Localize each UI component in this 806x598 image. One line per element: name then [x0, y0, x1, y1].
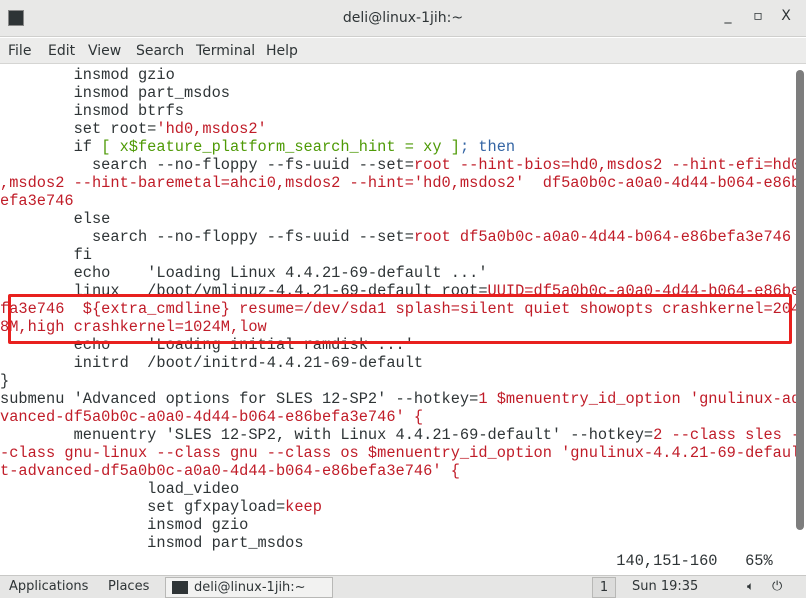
- line-segment: root df5a0b0c-a0a0-4d44-b064-e86befa3e74…: [413, 228, 792, 246]
- line-segment: submenu 'Advanced options for SLES 12-SP…: [0, 390, 479, 408]
- taskbar: Applications Places deli@linux-1jih:~ 1 …: [0, 575, 806, 598]
- clock[interactable]: Sun 19:35: [632, 579, 698, 594]
- line-segment: fi: [0, 246, 92, 264]
- terminal-line: insmod part_msdos: [0, 534, 800, 552]
- terminal-line: }: [0, 372, 800, 390]
- vim-status-line: 140,151-160 65%: [0, 552, 773, 570]
- terminal-line: linux /boot/vmlinuz-4.4.21-69-default ro…: [0, 282, 801, 300]
- terminal-line: efa3e746: [0, 192, 800, 210]
- terminal-line: echo 'Loading initial ramdisk ...': [0, 336, 800, 354]
- terminal-line: set gfxpayload=keep: [0, 498, 800, 516]
- terminal-output: insmod gzio insmod part_msdos insmod btr…: [0, 66, 800, 552]
- line-segment: set root=: [0, 120, 157, 138]
- power-icon[interactable]: ⏻: [772, 579, 782, 594]
- menu-terminal[interactable]: Terminal: [196, 43, 255, 59]
- task-label: deli@linux-1jih:~: [194, 580, 306, 595]
- terminal-line: insmod part_msdos: [0, 84, 800, 102]
- terminal-line: 8M,high crashkernel=1024M,low: [0, 318, 800, 336]
- line-segment: root --hint-bios=hd0,msdos2 --hint-efi=h…: [413, 156, 801, 174]
- line-segment: [ x$feature_platform_search_hint = xy ]: [101, 138, 460, 156]
- terminal-line: menuentry 'SLES 12-SP2, with Linux 4.4.2…: [0, 426, 801, 444]
- line-segment: 'hd0,msdos2': [156, 120, 267, 138]
- terminal-line: set root='hd0,msdos2': [0, 120, 800, 138]
- line-segment: else: [0, 210, 111, 228]
- line-segment: initrd /boot/initrd-4.4.21-69-default: [0, 354, 424, 372]
- line-segment: search --no-floppy --fs-uuid --set=: [0, 156, 414, 174]
- speaker-icon[interactable]: 🔈︎: [747, 579, 754, 594]
- line-segment: insmod gzio: [0, 66, 175, 84]
- taskbar-window-button[interactable]: deli@linux-1jih:~: [165, 577, 333, 598]
- terminal-line: insmod gzio: [0, 66, 800, 84]
- terminal-line: if [ x$feature_platform_search_hint = xy…: [0, 138, 800, 156]
- terminal-line: vanced-df5a0b0c-a0a0-4d44-b064-e86befa3e…: [0, 408, 800, 426]
- line-segment: search --no-floppy --fs-uuid --set=: [0, 228, 414, 246]
- line-segment: insmod part_msdos: [0, 534, 304, 552]
- applications-menu[interactable]: Applications: [9, 579, 88, 594]
- menu-view[interactable]: View: [88, 43, 121, 59]
- terminal-line: t-advanced-df5a0b0c-a0a0-4d44-b064-e86be…: [0, 462, 800, 480]
- terminal-line: submenu 'Advanced options for SLES 12-SP…: [0, 390, 800, 408]
- close-button[interactable]: X: [776, 8, 796, 24]
- line-segment: insmod btrfs: [0, 102, 184, 120]
- line-segment: echo 'Loading Linux 4.4.21-69-default ..…: [0, 264, 488, 282]
- menu-search[interactable]: Search: [136, 43, 184, 59]
- line-segment: if: [0, 138, 102, 156]
- line-segment: echo 'Loading initial ramdisk ...': [0, 336, 414, 354]
- menu-edit[interactable]: Edit: [48, 43, 75, 59]
- minimize-button[interactable]: _: [718, 8, 738, 24]
- terminal-line: ,msdos2 --hint-baremetal=ahci0,msdos2 --…: [0, 174, 800, 192]
- scrollbar[interactable]: [796, 70, 804, 530]
- line-segment: 1 $menuentry_id_option 'gnulinux-ad: [478, 390, 801, 408]
- menu-help[interactable]: Help: [266, 43, 298, 59]
- line-segment: }: [0, 372, 10, 390]
- line-segment: efa3e746: [0, 192, 74, 210]
- line-segment: -class gnu-linux --class gnu --class os …: [0, 444, 801, 462]
- terminal-line: else: [0, 210, 800, 228]
- terminal-area[interactable]: insmod gzio insmod part_msdos insmod btr…: [0, 64, 806, 575]
- line-segment: vanced-df5a0b0c-a0a0-4d44-b064-e86befa3e…: [0, 408, 424, 426]
- terminal-line: search --no-floppy --fs-uuid --set=root …: [0, 156, 800, 174]
- line-segment: set gfxpayload=: [0, 498, 286, 516]
- line-segment: UUID=df5a0b0c-a0a0-4d44-b064-e86be: [487, 282, 801, 300]
- line-segment: t-advanced-df5a0b0c-a0a0-4d44-b064-e86be…: [0, 462, 460, 480]
- terminal-line: -class gnu-linux --class gnu --class os …: [0, 444, 800, 462]
- terminal-line: insmod gzio: [0, 516, 800, 534]
- terminal-line: fa3e746 ${extra_cmdline} resume=/dev/sda…: [0, 300, 800, 318]
- maximize-button[interactable]: ▫: [748, 8, 768, 24]
- terminal-line: insmod btrfs: [0, 102, 800, 120]
- terminal-line: fi: [0, 246, 800, 264]
- terminal-line: echo 'Loading Linux 4.4.21-69-default ..…: [0, 264, 800, 282]
- line-segment: ; then: [459, 138, 516, 156]
- terminal-line: search --no-floppy --fs-uuid --set=root …: [0, 228, 800, 246]
- title-bar: deli@linux-1jih:~ _ ▫ X: [0, 0, 806, 37]
- line-segment: fa3e746 ${extra_cmdline} resume=/dev/sda…: [0, 300, 801, 318]
- places-menu[interactable]: Places: [108, 579, 149, 594]
- workspace-switcher[interactable]: 1: [592, 577, 616, 598]
- menu-bar: File Edit View Search Terminal Help: [0, 38, 806, 64]
- terminal-line: initrd /boot/initrd-4.4.21-69-default: [0, 354, 800, 372]
- terminal-icon: [172, 581, 188, 594]
- line-segment: load_video: [0, 480, 240, 498]
- line-segment: insmod part_msdos: [0, 84, 230, 102]
- line-segment: ,msdos2 --hint-baremetal=ahci0,msdos2 --…: [0, 174, 801, 192]
- line-segment: menuentry 'SLES 12-SP2, with Linux 4.4.2…: [0, 426, 654, 444]
- line-segment: insmod gzio: [0, 516, 249, 534]
- terminal-line: load_video: [0, 480, 800, 498]
- line-segment: 2 --class sles -: [653, 426, 801, 444]
- line-segment: keep: [285, 498, 322, 516]
- menu-file[interactable]: File: [8, 43, 31, 59]
- line-segment: linux /boot/vmlinuz-4.4.21-69-default ro…: [0, 282, 488, 300]
- line-segment: 8M,high crashkernel=1024M,low: [0, 318, 267, 336]
- window-title: deli@linux-1jih:~: [342, 10, 464, 26]
